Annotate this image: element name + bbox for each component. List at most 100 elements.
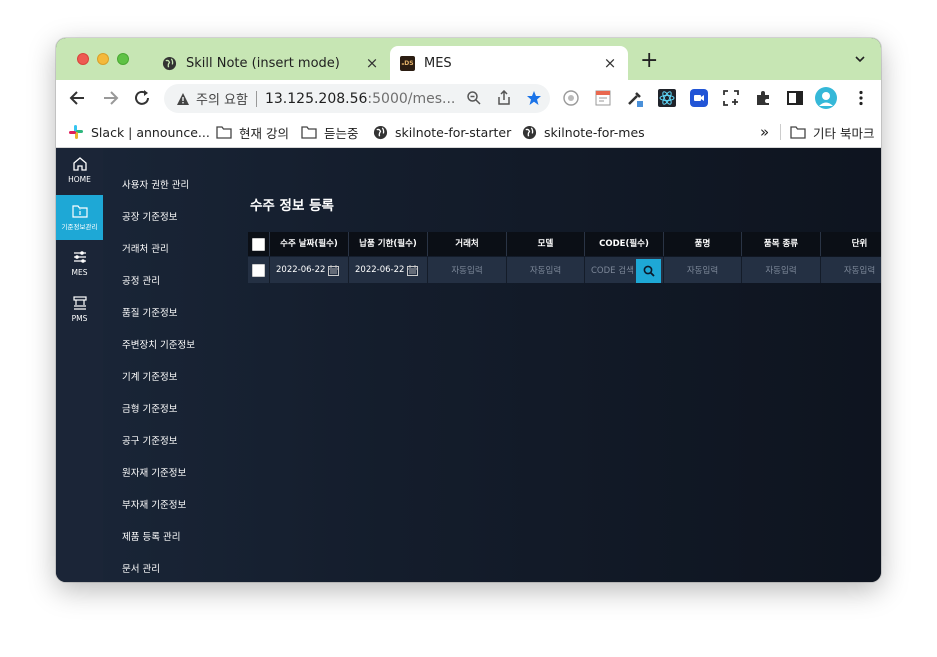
share-icon[interactable] [496,90,512,106]
bookmark-skilnote-starter[interactable]: skilnote-for-starter [373,122,511,142]
submenu-item[interactable]: 공구 기준정보 [122,433,177,447]
reload-icon[interactable] [132,88,152,108]
column-header[interactable]: 수주 날짜(필수) [270,232,349,256]
nav-mes[interactable]: MES [56,249,103,283]
nav-master-data[interactable]: 기준정보관리 [56,195,103,240]
new-tab-button[interactable]: + [640,50,658,72]
folder-icon [216,126,232,139]
bookmark-slack[interactable]: Slack | announce... [68,122,210,142]
tab-mes[interactable]: ₒDS MES × [390,46,628,80]
forward-icon[interactable] [100,88,120,108]
column-header[interactable]: 품명 [664,232,742,256]
submenu-item[interactable]: 금형 기준정보 [122,401,177,415]
bookmark-label: Slack | announce... [91,124,210,140]
video-extension-icon[interactable] [690,89,708,107]
code-search-input[interactable]: CODE 검색 [585,264,636,276]
bookmark-label: 듣는중 [324,125,359,141]
code-search-button[interactable] [636,258,661,283]
nav-label: MES [71,268,88,277]
customer-field[interactable]: 자동입력 [428,257,507,283]
globe-icon [522,125,537,139]
bookmark-star-icon[interactable] [526,90,542,106]
minimize-window-button[interactable] [97,53,109,65]
divider [780,124,781,140]
submenu-item[interactable]: 거래처 관리 [122,241,169,255]
close-tab-icon[interactable]: × [600,54,620,72]
nav-pms[interactable]: PMS [56,295,103,329]
column-header[interactable]: 품목 종류 [742,232,821,256]
column-header[interactable]: 단위 [821,232,881,256]
bookmarks-overflow-button[interactable]: » [760,122,769,142]
ds-logo-icon: ₒDS [400,55,415,71]
unit-field[interactable]: 자동입력 [821,257,881,283]
column-header[interactable]: CODE(필수) [585,232,664,256]
close-window-button[interactable] [77,53,89,65]
due-date-value: 2022-06-22 [355,265,405,275]
submenu-item[interactable]: 기계 기준정보 [122,369,177,383]
globe-icon [373,125,388,139]
bookmark-folder-listening[interactable]: 듣는중 [301,122,359,142]
order-date-cell[interactable]: 2022-06-22 [270,257,349,283]
submenu-item[interactable]: 주변장치 기준정보 [122,337,195,351]
eyedropper-icon[interactable] [626,89,644,107]
submenu-item[interactable]: 공정 관리 [122,273,160,287]
side-panel-icon[interactable] [786,89,804,107]
submenu-item[interactable]: 문서 관리 [122,561,160,575]
sliders-icon [73,251,86,263]
submenu-item[interactable]: 사용자 권한 관리 [122,177,189,191]
table-header: 수주 날짜(필수) 납품 기한(필수) 거래처 모델 CODE(필수) 품명 품… [248,232,881,256]
app-content: HOME 기준정보관리 MES PMS 사용자 권한 관리 공장 기준정보 거래… [56,148,881,582]
item-name-field[interactable]: 자동입력 [664,257,742,283]
url-host: 13.125.208.56 [264,90,368,107]
row-checkbox[interactable] [252,263,265,277]
warning-icon [177,92,189,105]
calendar-icon[interactable] [328,264,340,276]
icon-sidebar: HOME 기준정보관리 MES PMS [56,148,103,582]
submenu-item[interactable]: 제품 등록 관리 [122,529,180,543]
close-tab-icon[interactable]: × [362,54,382,72]
security-warning-text: 주의 요함 [196,93,248,108]
machine-icon [72,296,87,310]
submenu-item[interactable]: 부자재 기준정보 [122,497,186,511]
submenu-item[interactable]: 원자재 기준정보 [122,465,186,479]
bookmark-other[interactable]: 기타 북마크 [790,122,874,142]
react-devtools-icon[interactable] [658,89,676,107]
screenshot-icon[interactable] [722,89,740,107]
column-header[interactable]: 거래처 [428,232,507,256]
puzzle-extensions-icon[interactable] [754,89,772,107]
select-all-checkbox[interactable] [252,237,265,251]
calendar-icon[interactable] [407,264,419,276]
nav-home[interactable]: HOME [56,156,103,190]
column-header[interactable]: 납품 기한(필수) [349,232,428,256]
bookmark-label: skilnote-for-mes [544,124,645,140]
column-header[interactable]: 모델 [507,232,585,256]
more-menu-icon[interactable] [852,89,870,107]
bookmark-label: 현재 강의 [239,125,289,141]
row-checkbox-cell [248,257,270,283]
back-icon[interactable] [68,88,88,108]
submenu-item[interactable]: 공장 기준정보 [122,209,177,223]
submenu-item[interactable]: 품질 기준정보 [122,305,177,319]
due-date-cell[interactable]: 2022-06-22 [349,257,428,283]
browser-toolbar: 주의 요함 13.125.208.56 :5000/mes... [56,80,881,116]
address-bar[interactable]: 주의 요함 13.125.208.56 :5000/mes... [164,84,550,113]
order-date-value: 2022-06-22 [276,265,326,275]
tab-title: MES [424,55,452,71]
avatar[interactable] [815,87,837,109]
extension-calendar-icon[interactable] [594,89,612,107]
zoom-icon[interactable] [466,90,482,106]
extension-rec-icon[interactable] [562,89,580,107]
bookmark-folder-lectures[interactable]: 현재 강의 [216,122,289,142]
slack-icon [69,125,83,139]
model-field[interactable]: 자동입력 [507,257,585,283]
item-type-field[interactable]: 자동입력 [742,257,821,283]
tab-strip: Skill Note (insert mode) × ₒDS MES × + [56,38,881,80]
bookmark-label: 기타 북마크 [813,125,875,141]
bookmark-skilnote-mes[interactable]: skilnote-for-mes [522,122,645,142]
url-path: :5000/mes... [367,90,456,107]
window-controls [77,53,129,65]
chevron-down-icon[interactable] [855,54,865,64]
zoom-window-button[interactable] [117,53,129,65]
home-icon [72,157,87,171]
tab-skill-note[interactable]: Skill Note (insert mode) × [152,46,390,80]
